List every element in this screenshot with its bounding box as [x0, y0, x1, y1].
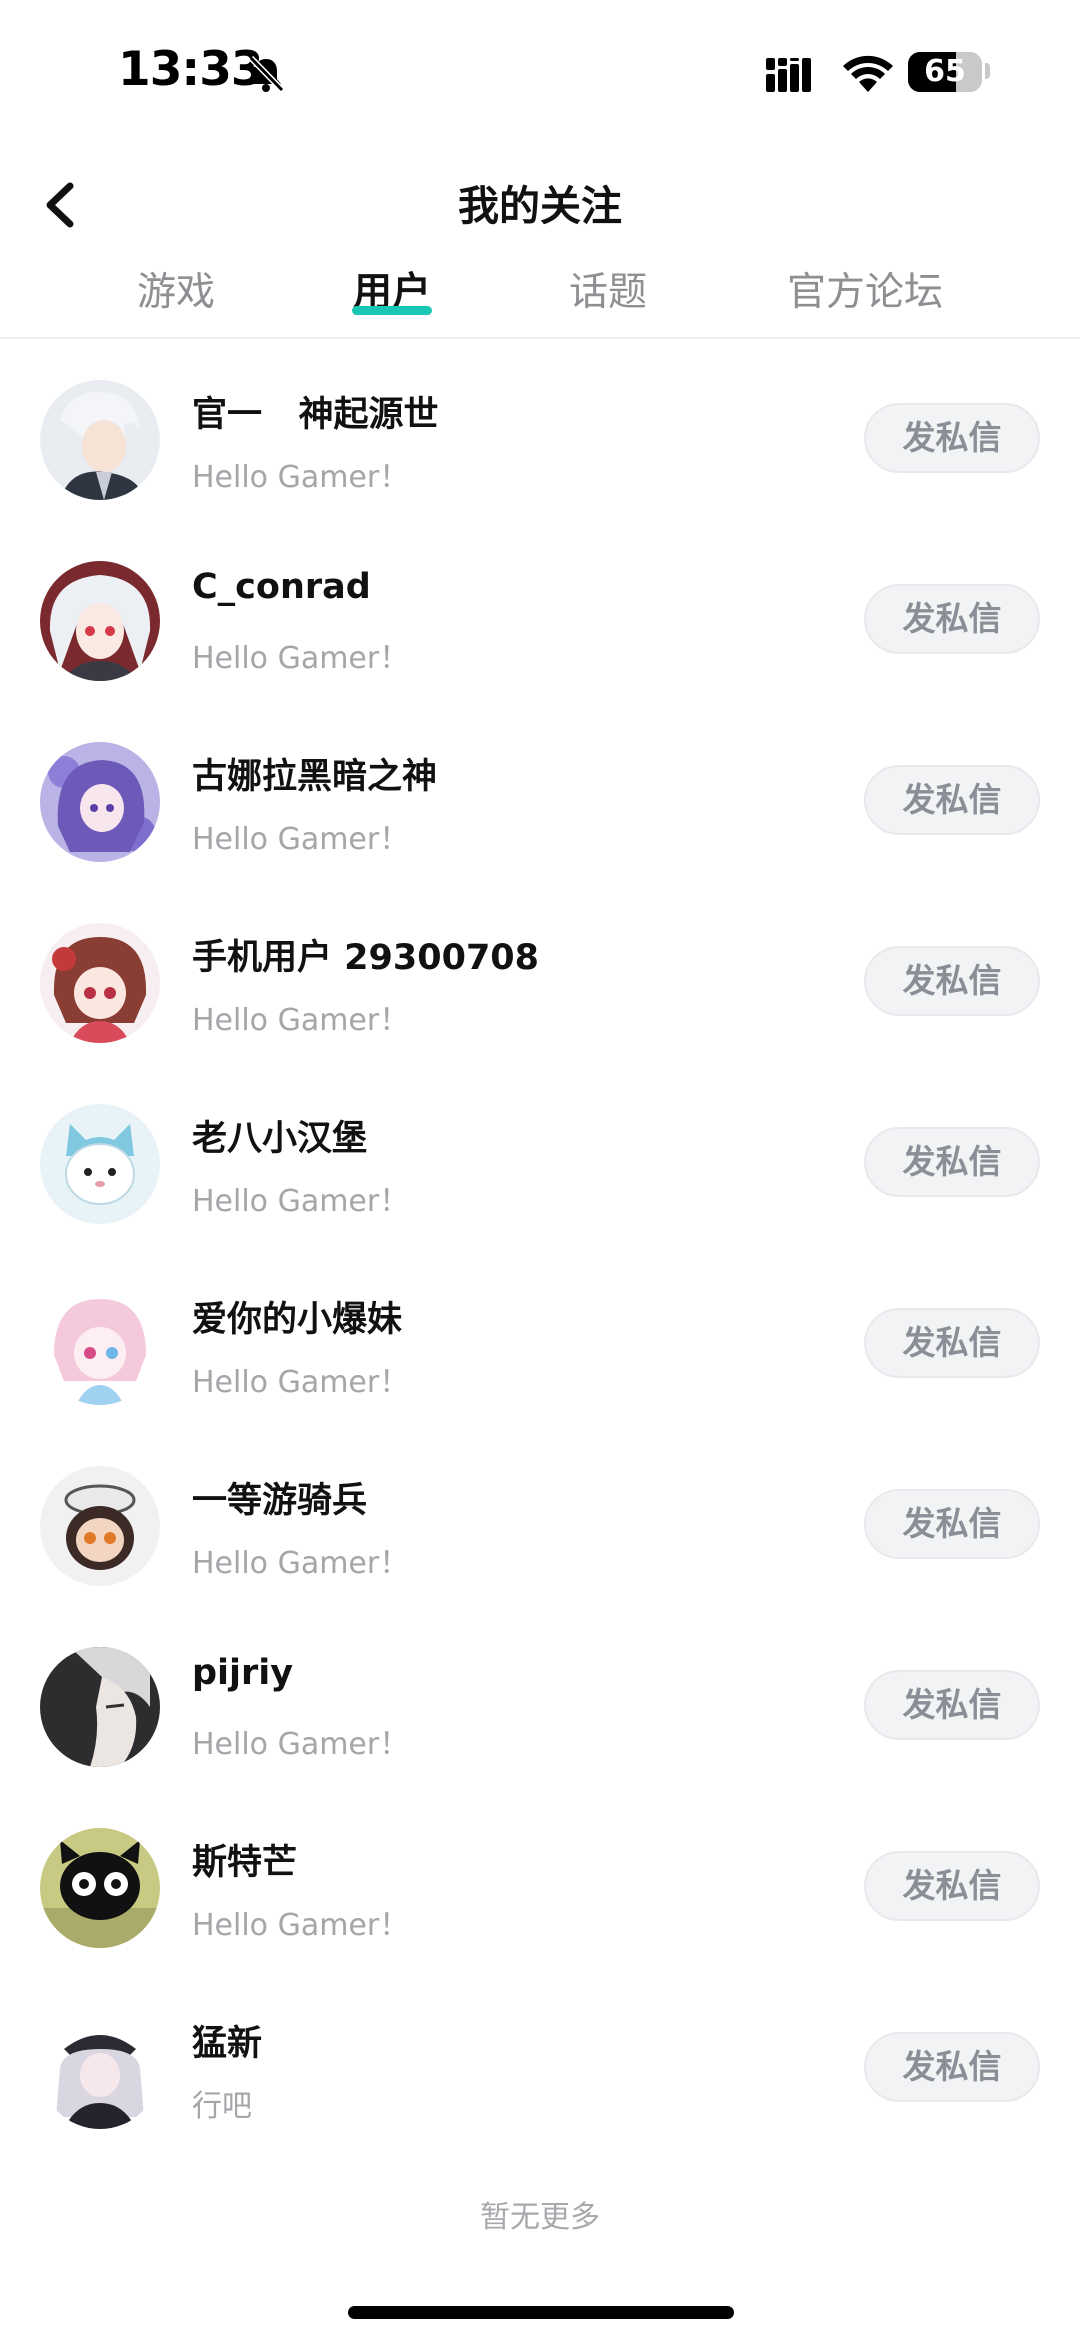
user-name[interactable]: 古娜拉黑暗之神	[192, 748, 437, 799]
user-name[interactable]: C_conrad	[192, 567, 371, 607]
send-message-button[interactable]: 发私信	[864, 1127, 1040, 1197]
home-indicator[interactable]	[348, 2306, 734, 2319]
user-row[interactable]: 猛新 行吧 发私信	[0, 1969, 1080, 2150]
avatar[interactable]	[40, 1647, 160, 1767]
avatar[interactable]	[40, 1285, 160, 1405]
user-bio: Hello Gamer！	[192, 1003, 410, 1038]
user-name[interactable]: pijriy	[192, 1653, 293, 1693]
battery-percentage: 65	[924, 54, 966, 89]
bell-off-icon	[248, 55, 285, 93]
page-title: 我的关注	[458, 182, 622, 230]
send-message-button[interactable]: 发私信	[864, 403, 1040, 473]
status-time: 13:33	[118, 42, 264, 97]
user-name[interactable]: 手机用户 29300708	[192, 929, 539, 980]
avatar[interactable]	[40, 380, 160, 500]
avatar[interactable]	[40, 1466, 160, 1586]
send-message-button[interactable]: 发私信	[864, 1851, 1040, 1921]
user-row[interactable]: C_conrad Hello Gamer！ 发私信	[0, 521, 1080, 702]
avatar[interactable]	[40, 1104, 160, 1224]
user-bio: Hello Gamer！	[192, 822, 410, 857]
user-bio: Hello Gamer！	[192, 1727, 410, 1762]
battery-tip	[985, 63, 990, 79]
avatar[interactable]	[40, 923, 160, 1043]
avatar[interactable]	[40, 561, 160, 681]
active-tab-indicator	[352, 306, 432, 315]
tab-divider	[0, 337, 1080, 339]
user-name[interactable]: 一等游骑兵	[192, 1472, 367, 1523]
status-bar: 13:33 65	[0, 0, 1080, 150]
user-row[interactable]: 一等游骑兵 Hello Gamer！ 发私信	[0, 1426, 1080, 1607]
user-bio: Hello Gamer！	[192, 1908, 410, 1943]
user-row[interactable]: 古娜拉黑暗之神 Hello Gamer！ 发私信	[0, 702, 1080, 883]
user-name[interactable]: 爱你的小爆妹	[192, 1291, 402, 1342]
signal-icon	[766, 58, 811, 92]
user-bio: Hello Gamer！	[192, 460, 410, 495]
send-message-button[interactable]: 发私信	[864, 1670, 1040, 1740]
user-bio: Hello Gamer！	[192, 641, 410, 676]
followed-user-list: 官一 神起源世 Hello Gamer！ 发私信 C_conrad Hello …	[0, 340, 1080, 2150]
user-row[interactable]: 斯特芒 Hello Gamer！ 发私信	[0, 1788, 1080, 1969]
avatar[interactable]	[40, 742, 160, 862]
send-message-button[interactable]: 发私信	[864, 1308, 1040, 1378]
user-bio: 行吧	[192, 2089, 252, 2124]
tab-topics[interactable]: 话题	[548, 258, 668, 328]
user-row[interactable]: 手机用户 29300708 Hello Gamer！ 发私信	[0, 883, 1080, 1064]
no-more-text: 暂无更多	[480, 2200, 600, 2235]
send-message-button[interactable]: 发私信	[864, 2032, 1040, 2102]
user-bio: Hello Gamer！	[192, 1184, 410, 1219]
send-message-button[interactable]: 发私信	[864, 765, 1040, 835]
user-name[interactable]: 斯特芒	[192, 1834, 297, 1885]
user-name[interactable]: 老八小汉堡	[192, 1110, 367, 1161]
user-row[interactable]: pijriy Hello Gamer！ 发私信	[0, 1607, 1080, 1788]
user-bio: Hello Gamer！	[192, 1365, 410, 1400]
tab-official-forum[interactable]: 官方论坛	[770, 258, 960, 328]
wifi-icon	[843, 55, 893, 92]
user-name[interactable]: 猛新	[192, 2015, 262, 2066]
user-bio: Hello Gamer！	[192, 1546, 410, 1581]
send-message-button[interactable]: 发私信	[864, 1489, 1040, 1559]
send-message-button[interactable]: 发私信	[864, 584, 1040, 654]
user-row[interactable]: 老八小汉堡 Hello Gamer！ 发私信	[0, 1064, 1080, 1245]
user-row[interactable]: 官一 神起源世 Hello Gamer！ 发私信	[0, 340, 1080, 521]
avatar[interactable]	[40, 1828, 160, 1948]
avatar[interactable]	[40, 2009, 160, 2129]
tab-bar: 游戏 用户 话题 官方论坛	[0, 258, 1080, 338]
user-row[interactable]: 爱你的小爆妹 Hello Gamer！ 发私信	[0, 1245, 1080, 1426]
user-name[interactable]: 官一 神起源世	[192, 386, 439, 437]
tab-users[interactable]: 用户	[332, 258, 452, 328]
send-message-button[interactable]: 发私信	[864, 946, 1040, 1016]
tab-games[interactable]: 游戏	[116, 258, 236, 328]
battery-icon: 65	[908, 52, 982, 92]
